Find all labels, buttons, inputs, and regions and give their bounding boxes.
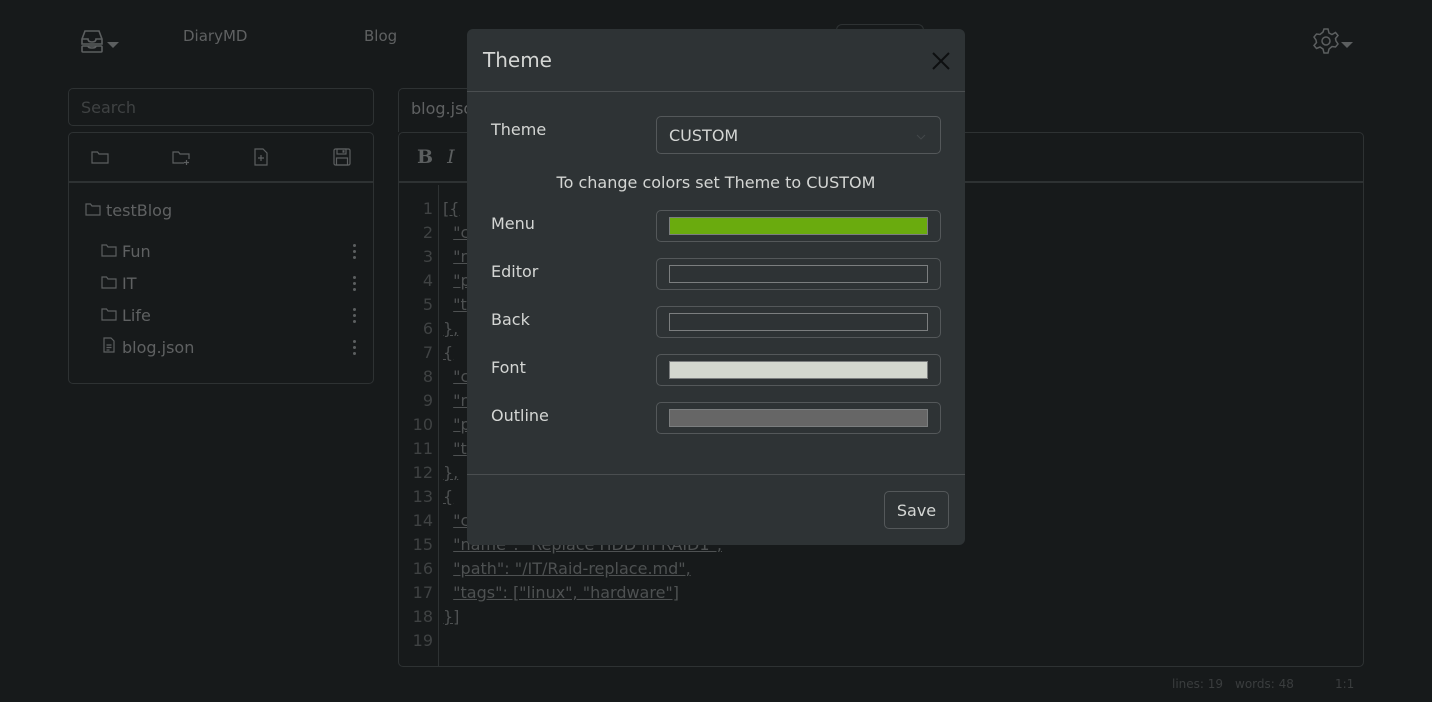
dialog-header: Theme bbox=[467, 29, 965, 92]
save-icon[interactable] bbox=[331, 146, 353, 168]
line-number: 12 bbox=[412, 463, 433, 482]
line-number: 8 bbox=[422, 367, 433, 386]
line-number: 6 bbox=[422, 319, 433, 338]
menu-color-picker[interactable] bbox=[656, 210, 941, 242]
tree-item-label: blog.json bbox=[122, 337, 195, 357]
code-line: "path": "/IT/Raid-replace.md", bbox=[453, 559, 691, 578]
folder-icon bbox=[101, 242, 117, 261]
more-options-icon[interactable] bbox=[347, 337, 361, 357]
code-line: "c bbox=[453, 367, 470, 386]
chevron-down-icon bbox=[916, 127, 926, 140]
status-cursor: 1:1 bbox=[1335, 677, 1355, 691]
color-label-editor: Editor bbox=[491, 262, 539, 281]
color-swatch bbox=[669, 409, 928, 427]
tree-item-it[interactable]: IT bbox=[101, 271, 361, 295]
font-color-picker[interactable] bbox=[656, 354, 941, 386]
tree-root-testblog[interactable]: testBlog bbox=[85, 201, 172, 220]
status-words: words: 48 bbox=[1235, 677, 1294, 691]
code-line: }, bbox=[443, 463, 459, 482]
line-number: 19 bbox=[412, 631, 433, 650]
color-label-back: Back bbox=[491, 310, 530, 329]
editor-color-picker[interactable] bbox=[656, 258, 941, 290]
line-gutter: 1 2 3 4 5 6 7 8 9 10 11 12 13 14 15 16 17 18 19 bbox=[399, 185, 439, 666]
file-tree-panel: testBlog Fun IT Life blog.json bbox=[68, 132, 374, 384]
line-number: 10 bbox=[412, 415, 433, 434]
code-line: }, bbox=[443, 319, 459, 338]
theme-select-value: CUSTOM bbox=[669, 126, 739, 145]
line-number: 1 bbox=[422, 199, 433, 218]
code-line: "c bbox=[453, 223, 470, 242]
code-line: "t bbox=[453, 295, 467, 314]
color-label-menu: Menu bbox=[491, 214, 535, 233]
tree-item-label: IT bbox=[122, 273, 137, 293]
file-text-icon bbox=[101, 337, 117, 357]
file-toolbar bbox=[69, 133, 373, 183]
more-options-icon[interactable] bbox=[347, 273, 361, 293]
search-input[interactable] bbox=[68, 88, 374, 126]
italic-button[interactable]: I bbox=[447, 146, 455, 168]
inbox-stack-icon bbox=[78, 28, 106, 58]
tree-item-blog-json[interactable]: blog.json bbox=[101, 335, 361, 359]
tree-item-life[interactable]: Life bbox=[101, 303, 361, 327]
tree-item-fun[interactable]: Fun bbox=[101, 239, 361, 263]
line-number: 18 bbox=[412, 607, 433, 626]
color-swatch bbox=[669, 217, 928, 235]
settings-menu-button[interactable] bbox=[1312, 28, 1356, 58]
line-number: 2 bbox=[422, 223, 433, 242]
code-line: "t bbox=[453, 439, 467, 458]
line-number: 14 bbox=[412, 511, 433, 530]
line-number: 15 bbox=[412, 535, 433, 554]
app-menu-button[interactable] bbox=[78, 28, 122, 58]
code-line: "c bbox=[453, 511, 470, 530]
new-folder-icon[interactable] bbox=[170, 146, 192, 168]
gear-icon bbox=[1312, 27, 1340, 59]
theme-hint: To change colors set Theme to CUSTOM bbox=[556, 173, 876, 192]
chevron-down-icon bbox=[1341, 42, 1353, 48]
outline-color-picker[interactable] bbox=[656, 402, 941, 434]
more-options-icon[interactable] bbox=[347, 241, 361, 261]
line-number: 11 bbox=[412, 439, 433, 458]
back-color-picker[interactable] bbox=[656, 306, 941, 338]
nav-link-diarymd[interactable]: DiaryMD bbox=[183, 27, 247, 45]
color-label-font: Font bbox=[491, 358, 526, 377]
more-options-icon[interactable] bbox=[347, 305, 361, 325]
line-number: 5 bbox=[422, 295, 433, 314]
code-line: }] bbox=[443, 607, 460, 626]
status-lines: lines: 19 bbox=[1172, 677, 1224, 691]
code-line: "tags": ["linux", "hardware"] bbox=[453, 583, 680, 602]
tree-root-label: testBlog bbox=[106, 201, 173, 220]
folder-icon bbox=[101, 274, 117, 293]
line-number: 4 bbox=[422, 271, 433, 290]
dialog-title: Theme bbox=[483, 48, 552, 72]
line-number: 17 bbox=[412, 583, 433, 602]
nav-link-blog[interactable]: Blog bbox=[364, 27, 397, 45]
color-swatch bbox=[669, 265, 928, 283]
open-folder-icon[interactable] bbox=[89, 146, 111, 168]
color-label-outline: Outline bbox=[491, 406, 549, 425]
theme-label: Theme bbox=[491, 120, 547, 139]
close-icon[interactable] bbox=[931, 51, 951, 71]
bold-button[interactable]: B bbox=[417, 146, 433, 168]
tree-item-label: Fun bbox=[122, 241, 151, 261]
code-line: { bbox=[443, 487, 454, 506]
folder-icon bbox=[101, 306, 117, 325]
line-number: 7 bbox=[422, 343, 433, 362]
line-number: 13 bbox=[412, 487, 433, 506]
code-line: { bbox=[443, 343, 454, 362]
theme-dialog: Theme Theme CUSTOM To change colors set … bbox=[467, 29, 965, 545]
color-swatch bbox=[669, 313, 928, 331]
save-button[interactable]: Save bbox=[884, 491, 949, 529]
line-number: 16 bbox=[412, 559, 433, 578]
line-number: 3 bbox=[422, 247, 433, 266]
code-line: [{ bbox=[443, 199, 460, 218]
tree-item-label: Life bbox=[122, 305, 151, 325]
new-file-icon[interactable] bbox=[250, 146, 272, 168]
line-number: 9 bbox=[422, 391, 433, 410]
theme-select[interactable]: CUSTOM bbox=[656, 116, 941, 154]
folder-icon bbox=[85, 201, 101, 220]
chevron-down-icon bbox=[107, 42, 119, 48]
color-swatch bbox=[669, 361, 928, 379]
dialog-footer-divider bbox=[467, 474, 965, 475]
